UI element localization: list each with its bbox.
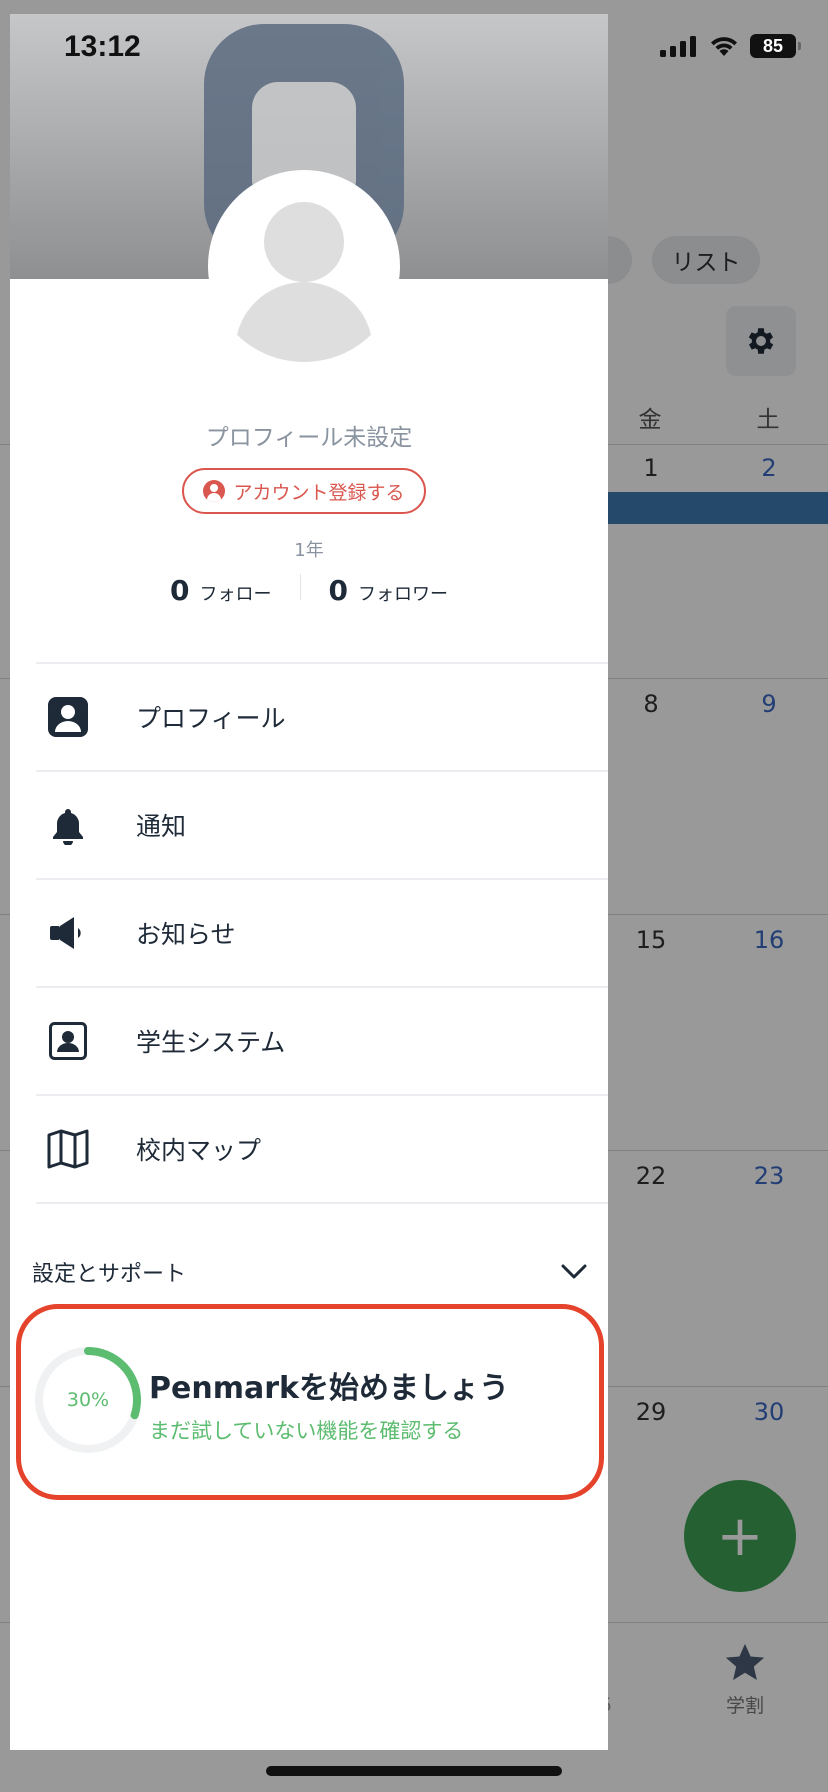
view-toggle-list[interactable]: リスト — [652, 236, 760, 284]
avatar[interactable] — [208, 170, 400, 362]
register-account-label: アカウント登録する — [233, 481, 405, 504]
followers-label: フォロワー — [357, 584, 448, 605]
menu-item-announcements[interactable]: お知らせ — [36, 880, 608, 986]
status-time: 13:12 — [64, 30, 141, 63]
star-icon — [725, 1643, 765, 1681]
weekday-fri: 金 — [638, 407, 662, 433]
bell-icon — [44, 801, 92, 849]
onboarding-card[interactable]: 30% Penmarkを始めましょう まだ試していない機能を確認する — [16, 1304, 604, 1500]
weekday-sat: 土 — [756, 407, 780, 433]
menu-item-student-system[interactable]: 学生システム — [36, 988, 608, 1094]
wifi-icon — [711, 37, 737, 56]
date-cell[interactable]: 23 — [734, 1162, 804, 1190]
menu-item-label: お知らせ — [136, 920, 236, 949]
following-stat[interactable]: 0 フォロー — [142, 574, 299, 607]
home-indicator[interactable] — [266, 1766, 562, 1776]
chevron-down-icon — [561, 1264, 587, 1279]
grade-label: 1年 — [294, 540, 324, 561]
side-drawer: プロフィール未設定 アカウント登録する 1年 0 フォロー 0 フォロワー プロ… — [10, 14, 608, 1750]
date-cell[interactable]: 2 — [734, 454, 804, 482]
menu-item-notifications[interactable]: 通知 — [36, 772, 608, 878]
megaphone-icon — [44, 909, 92, 957]
user-icon — [203, 480, 226, 502]
date-cell[interactable]: 1 — [616, 454, 686, 482]
gear-icon — [748, 328, 774, 354]
menu-item-profile[interactable]: プロフィール — [36, 664, 608, 770]
register-account-button[interactable]: アカウント登録する — [182, 468, 426, 514]
map-icon — [44, 1125, 92, 1173]
following-label: フォロー — [199, 584, 272, 605]
calendar-settings-button[interactable] — [726, 306, 796, 376]
settings-support-label: 設定とサポート — [32, 1262, 187, 1287]
menu-item-campus-map[interactable]: 校内マップ — [36, 1096, 608, 1202]
date-cell[interactable]: 9 — [734, 690, 804, 718]
date-cell[interactable]: 22 — [616, 1162, 686, 1190]
add-event-button[interactable]: + — [684, 1480, 796, 1592]
calendar-event-bar[interactable] — [600, 492, 828, 524]
profile-icon — [44, 693, 92, 741]
date-cell[interactable]: 29 — [616, 1398, 686, 1426]
followers-count: 0 — [328, 574, 348, 607]
tab-discount-label: 学割 — [725, 1695, 764, 1717]
menu-item-label: 通知 — [136, 812, 187, 841]
onboarding-subtitle: まだ試していない機能を確認する — [149, 1419, 464, 1443]
menu-item-label: プロフィール — [136, 704, 286, 733]
status-icons: 85 — [660, 34, 801, 58]
tab-discount[interactable]: 学割 — [700, 1640, 790, 1718]
followers-stat[interactable]: 0 フォロワー — [301, 574, 476, 607]
date-cell[interactable]: 30 — [734, 1398, 804, 1426]
menu-item-label: 校内マップ — [136, 1136, 262, 1165]
follow-stats: 0 フォロー 0 フォロワー — [10, 574, 608, 607]
following-count: 0 — [170, 574, 190, 607]
profile-name: プロフィール未設定 — [205, 425, 413, 451]
date-cell[interactable]: 15 — [616, 926, 686, 954]
progress-percent: 30% — [66, 1389, 110, 1411]
settings-support-toggle[interactable]: 設定とサポート — [32, 1242, 588, 1302]
menu-item-label: 学生システム — [136, 1028, 286, 1057]
date-cell[interactable]: 16 — [734, 926, 804, 954]
date-cell[interactable]: 8 — [616, 690, 686, 718]
onboarding-title: Penmarkを始めましょう — [149, 1371, 509, 1406]
battery-indicator: 85 — [750, 34, 801, 58]
signal-icon — [660, 36, 696, 57]
menu-divider — [36, 1202, 608, 1204]
student-id-icon — [44, 1017, 92, 1065]
